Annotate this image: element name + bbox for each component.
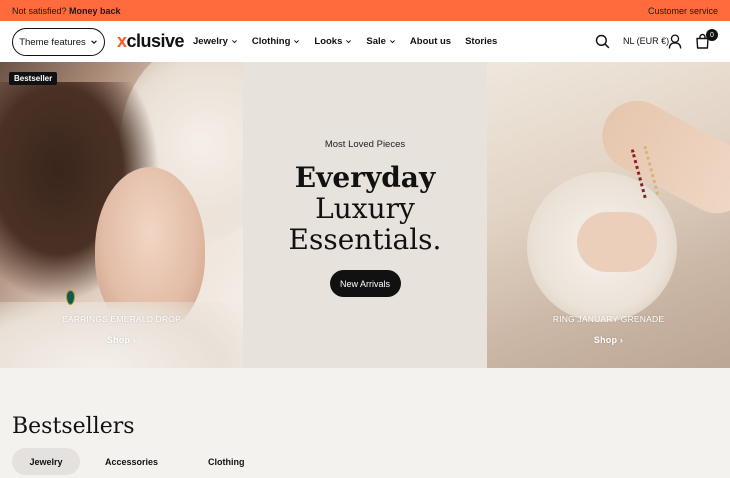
hero-center-panel: Most Loved Pieces Everyday Luxury Essent… xyxy=(243,62,487,368)
site-header: Theme features x clusive Jewelry Clothin… xyxy=(0,21,730,62)
locale-selector[interactable]: NL (EUR €) xyxy=(623,36,669,46)
nav-item-about-us[interactable]: About us xyxy=(410,36,451,47)
theme-features-label: Theme features xyxy=(19,36,86,48)
chevron-down-icon xyxy=(346,40,352,44)
hero-banner: Bestseller EARRINGS EMERALD DROP Shop › … xyxy=(0,62,730,368)
customer-service-link[interactable]: Customer service xyxy=(648,6,718,16)
account-icon[interactable] xyxy=(668,34,682,49)
tab-accessories[interactable]: Accessories xyxy=(80,448,183,475)
shop-link[interactable]: Shop › xyxy=(487,335,730,345)
chevron-down-icon xyxy=(90,40,97,44)
nav-label: Looks xyxy=(314,36,343,47)
announcement-bar: Not satisfied? Money back Customer servi… xyxy=(0,0,730,21)
bestseller-badge: Bestseller xyxy=(9,72,58,85)
nav-item-looks[interactable]: Looks xyxy=(314,36,352,47)
chevron-down-icon xyxy=(389,40,395,44)
product-caption: RING JANUARY GRENADE xyxy=(552,314,665,324)
chevron-down-icon xyxy=(231,40,237,44)
nav-item-sale[interactable]: Sale xyxy=(366,36,396,47)
shop-label: Shop xyxy=(106,335,131,345)
nav-label: Sale xyxy=(366,36,386,47)
tab-clothing[interactable]: Clothing xyxy=(183,448,270,475)
chevron-right-icon: › xyxy=(619,335,624,345)
cart-count-badge: 0 xyxy=(706,29,718,41)
nav-label: Stories xyxy=(465,36,498,47)
bestsellers-section: Bestsellers Jewelry Accessories Clothing xyxy=(0,368,730,478)
nav-label: Clothing xyxy=(251,36,291,47)
chevron-down-icon xyxy=(294,40,300,44)
tab-jewelry[interactable]: Jewelry xyxy=(12,448,80,475)
new-arrivals-button[interactable]: New Arrivals xyxy=(329,270,401,297)
logo-mark: x xyxy=(117,30,127,51)
main-nav: Jewelry Clothing Looks Sale About us Sto… xyxy=(193,21,497,62)
hero-heading: Everyday Luxury Essentials. xyxy=(289,162,442,255)
shop-label: Shop xyxy=(593,335,618,345)
chevron-right-icon: › xyxy=(132,335,137,345)
search-icon[interactable] xyxy=(595,34,610,49)
money-back-link[interactable]: Money back xyxy=(69,6,121,16)
nav-label: Jewelry xyxy=(193,36,228,47)
model-hand-image xyxy=(577,212,657,272)
section-title: Bestsellers xyxy=(12,414,135,439)
hero-heading-line-3: Essentials. xyxy=(288,223,442,256)
logo-text: clusive xyxy=(126,30,185,51)
category-tabs: Jewelry Accessories Clothing xyxy=(12,448,270,475)
nav-label: About us xyxy=(409,36,452,47)
nav-item-jewelry[interactable]: Jewelry xyxy=(193,36,238,47)
hero-heading-line-2: Luxury xyxy=(315,192,415,225)
hero-heading-line-1: Everyday xyxy=(294,161,436,194)
shop-link[interactable]: Shop › xyxy=(0,335,243,345)
product-caption: EARRINGS EMERALD DROP xyxy=(62,314,181,324)
theme-features-button[interactable]: Theme features xyxy=(12,28,105,56)
nav-item-clothing[interactable]: Clothing xyxy=(252,36,301,47)
hero-left-panel[interactable]: Bestseller EARRINGS EMERALD DROP Shop › xyxy=(0,62,243,368)
hero-eyebrow: Most Loved Pieces xyxy=(324,139,406,150)
hero-right-panel[interactable]: RING JANUARY GRENADE Shop › xyxy=(487,62,730,368)
nav-item-stories[interactable]: Stories xyxy=(465,36,497,47)
money-back-message[interactable]: Not satisfied? Money back xyxy=(12,6,121,16)
site-logo[interactable]: x clusive xyxy=(117,30,185,52)
money-back-prefix: Not satisfied? xyxy=(12,5,67,16)
